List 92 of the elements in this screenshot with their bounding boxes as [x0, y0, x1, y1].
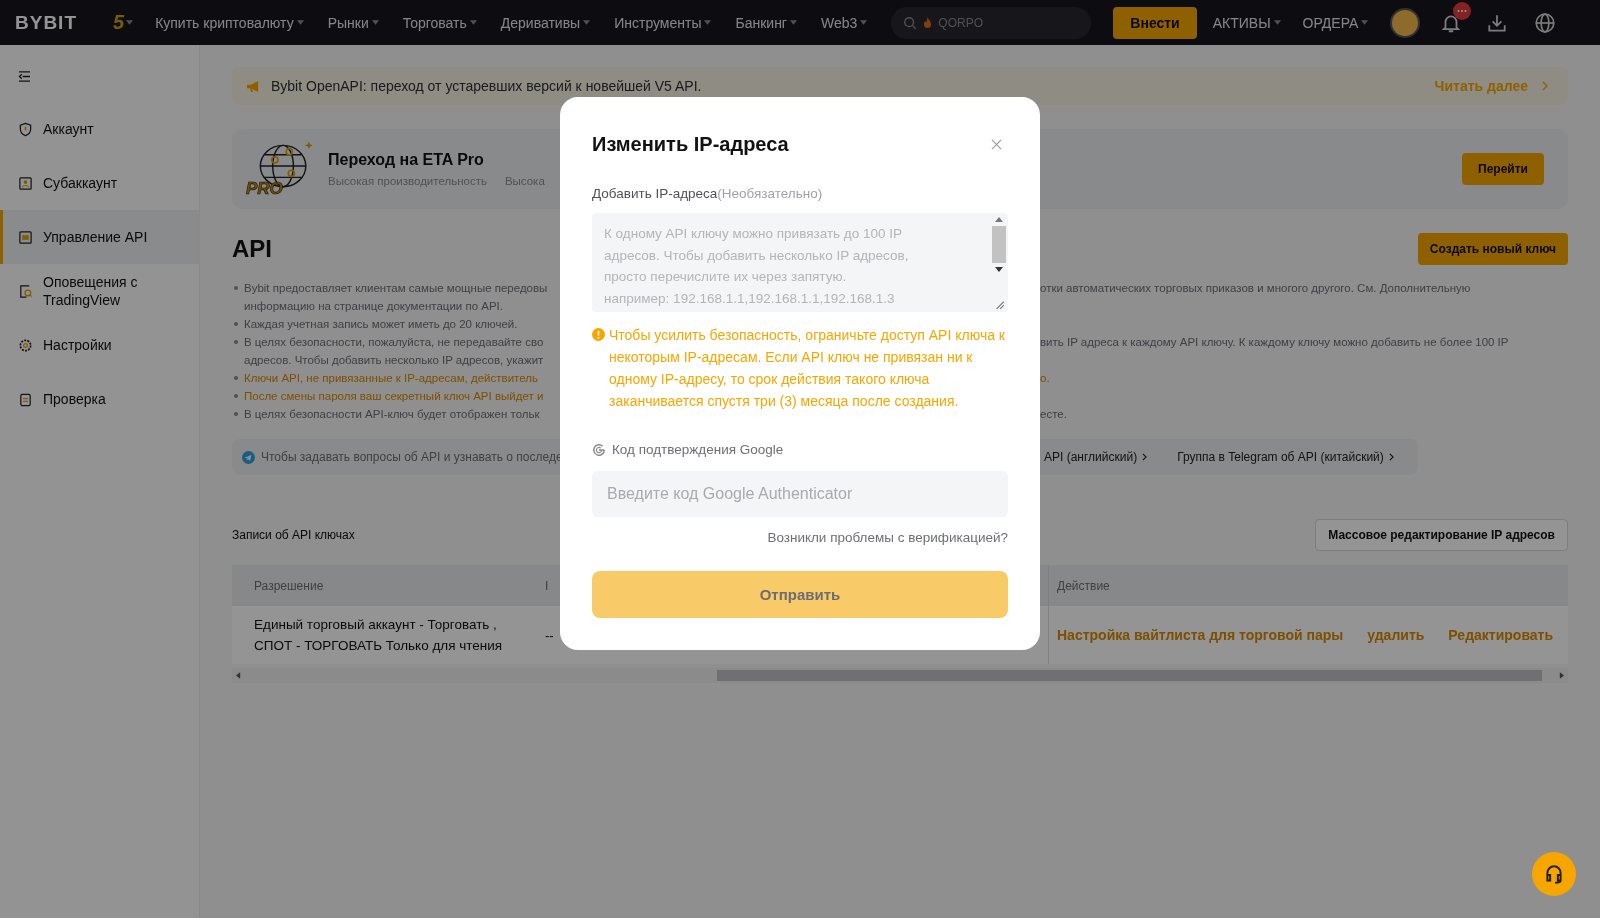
field-label: Код подтверждения Google: [612, 442, 784, 457]
sidebar-item[interactable]: Настройки: [0, 318, 199, 372]
create-key-button[interactable]: Создать новый ключ: [1417, 233, 1568, 265]
nav-menu-item[interactable]: ОРДЕРА: [1302, 14, 1359, 31]
note-text: Ключи API, не привязанные к IP-адресам, действитель: [244, 372, 538, 384]
google-icon: [592, 442, 606, 457]
sidebar-item[interactable]: Субаккаунт: [0, 156, 199, 210]
verification-code-field[interactable]: Введите код Google Authenticator: [592, 471, 1008, 517]
search-field[interactable]: QORPO: [891, 6, 1092, 39]
optional-hint: (Необязательно): [717, 186, 823, 201]
logo[interactable]: BYBIT: [15, 11, 77, 34]
sidebar-item[interactable]: Проверка: [0, 372, 199, 426]
column-header: Действие: [1057, 578, 1110, 593]
scrollbar-thumb[interactable]: [992, 226, 1006, 263]
note-text: информацию на странице документации по API.: [244, 300, 503, 312]
bullet-dot: [234, 340, 238, 344]
anniversary-logo[interactable]: 5: [113, 11, 125, 34]
close-icon[interactable]: [991, 139, 1002, 150]
sidebar-item[interactable]: Аккаунт: [0, 102, 199, 156]
collapse-menu-icon[interactable]: [18, 71, 31, 82]
headset-icon: [1543, 863, 1565, 885]
support-chat-button[interactable]: [1532, 852, 1576, 896]
nav-menu-item[interactable]: Банкинг: [735, 14, 787, 31]
scroll-down-icon[interactable]: [995, 267, 1003, 272]
bullet-dot: [234, 286, 238, 290]
caret-icon: [126, 20, 134, 25]
note-text: о.: [1040, 372, 1050, 384]
table-cell-text: Единый торговый аккаунт - Торговать , СПОТ - ТОРГОВАТЬ Только для чтения: [253, 616, 504, 655]
shield-icon: [18, 121, 33, 137]
user-icon: [18, 175, 33, 191]
nav-menu-item[interactable]: АКТИВЫ: [1212, 14, 1271, 31]
chevron-right-icon: [1388, 453, 1394, 461]
flame-icon: [923, 17, 933, 28]
nav-menu-item[interactable]: Деривативы: [500, 14, 581, 31]
nav-menu-item[interactable]: Инструменты: [614, 14, 702, 31]
bullet-dot: [234, 322, 238, 326]
page-title: API: [232, 235, 272, 263]
note-text: После смены пароля ваш секретный ключ API выйдет и: [244, 390, 544, 402]
bullet-dot: [234, 376, 238, 380]
clipboard-icon: [18, 391, 33, 407]
verification-help-link[interactable]: Возникли проблемы с верификацией?: [767, 530, 1008, 545]
promo-title: Переход на ETA Pro: [328, 151, 485, 169]
warning-icon: [592, 328, 605, 341]
field-label: Добавить IP-адреса: [592, 186, 718, 201]
bullet-dot: [234, 394, 238, 398]
bullet-dot: [234, 412, 238, 416]
resize-handle-icon[interactable]: [993, 298, 1005, 310]
telegram-group-link[interactable]: Группа в Telegram об API (китайский): [1177, 450, 1384, 464]
note-text: В целях безопасности, пожалуйста, не передавайте сво: [244, 336, 544, 348]
nav-menu-item[interactable]: Web3: [821, 14, 858, 31]
scroll-left-icon[interactable]: [236, 672, 241, 679]
deposit-button[interactable]: Внести: [1113, 6, 1197, 39]
column-header: Разрешение: [253, 578, 325, 593]
globe-icon[interactable]: [1534, 11, 1557, 34]
note-text: вить IP адреса к каждому API ключу. К каждому ключу можно добавить не более 100 IP: [1040, 336, 1509, 348]
bulk-edit-button[interactable]: Массовое редактирование IP адресов: [1315, 519, 1568, 551]
search-input[interactable]: QORPO: [938, 15, 1069, 30]
api-icon: [18, 229, 33, 245]
megaphone-icon: [246, 79, 261, 93]
dialog-title: Изменить IP-адреса: [592, 133, 789, 156]
search-icon: [903, 15, 918, 30]
scrollbar-thumb[interactable]: [716, 670, 1542, 681]
table-cell-text: --: [545, 627, 555, 643]
section-title: Записи об API ключах: [232, 528, 355, 542]
note-text: адресов. Чтобы добавить несколько IP адресов, укажит: [244, 354, 544, 366]
nav-menu-item[interactable]: Рынки: [327, 14, 369, 31]
note-text: В целях безопасности API-ключ будет отображен тольк: [244, 408, 540, 420]
note-text: Bybit предоставляет клиентам самые мощные передовы: [244, 282, 548, 294]
scroll-up-icon[interactable]: [995, 217, 1003, 222]
go-button[interactable]: Перейти: [1462, 153, 1544, 185]
announcement-text: Bybit OpenAPI: переход от устаревших версий к новейшей V5 API.: [271, 78, 702, 94]
warning-text: Чтобы усилить безопасность, ограничьте доступ API ключа к некоторым IP-адресам. Если API ключ не привязан ни к одному IP-адресу, то срок действия такого ключа заканчивается спустя три (3) месяца после создания.: [609, 326, 1006, 411]
chart-search-icon: [18, 283, 33, 299]
note-text: Каждая учетная запись может иметь до 20 ключей.: [244, 318, 518, 330]
telegram-group-link[interactable]: API (английский): [1044, 450, 1138, 464]
sidebar-item[interactable]: Оповещения с TradingView: [0, 264, 199, 318]
ip-address-field[interactable]: К одному API ключу можно привязать до 100 IP адресов. Чтобы добавить несколько IP адресов, просто перечислите их через запятую. например: 192.168.1.1,192.168.1.1,192.168.1.3: [592, 213, 1008, 312]
sidebar-item[interactable]: Управление API: [0, 210, 199, 264]
scroll-right-icon[interactable]: [1559, 672, 1564, 679]
nav-menu-item[interactable]: Купить криптовалюту: [155, 14, 294, 31]
chevron-right-icon: [1142, 453, 1148, 461]
nav-menu-item[interactable]: Торговать: [402, 14, 467, 31]
feature-text: Высокая производительность: [328, 175, 487, 187]
logo-text: PRO: [246, 179, 283, 199]
feature-text: Высока: [504, 175, 545, 187]
note-text: есте.: [1040, 408, 1067, 420]
note-text: отки автоматических торговых приказов и многого другого. См. Дополнительную: [1040, 282, 1471, 294]
chevron-right-icon: [1542, 81, 1548, 91]
settings-icon: [18, 337, 33, 353]
avatar-icon[interactable]: [1390, 7, 1421, 38]
column-header: I: [545, 578, 550, 593]
telegram-icon: [242, 450, 255, 464]
